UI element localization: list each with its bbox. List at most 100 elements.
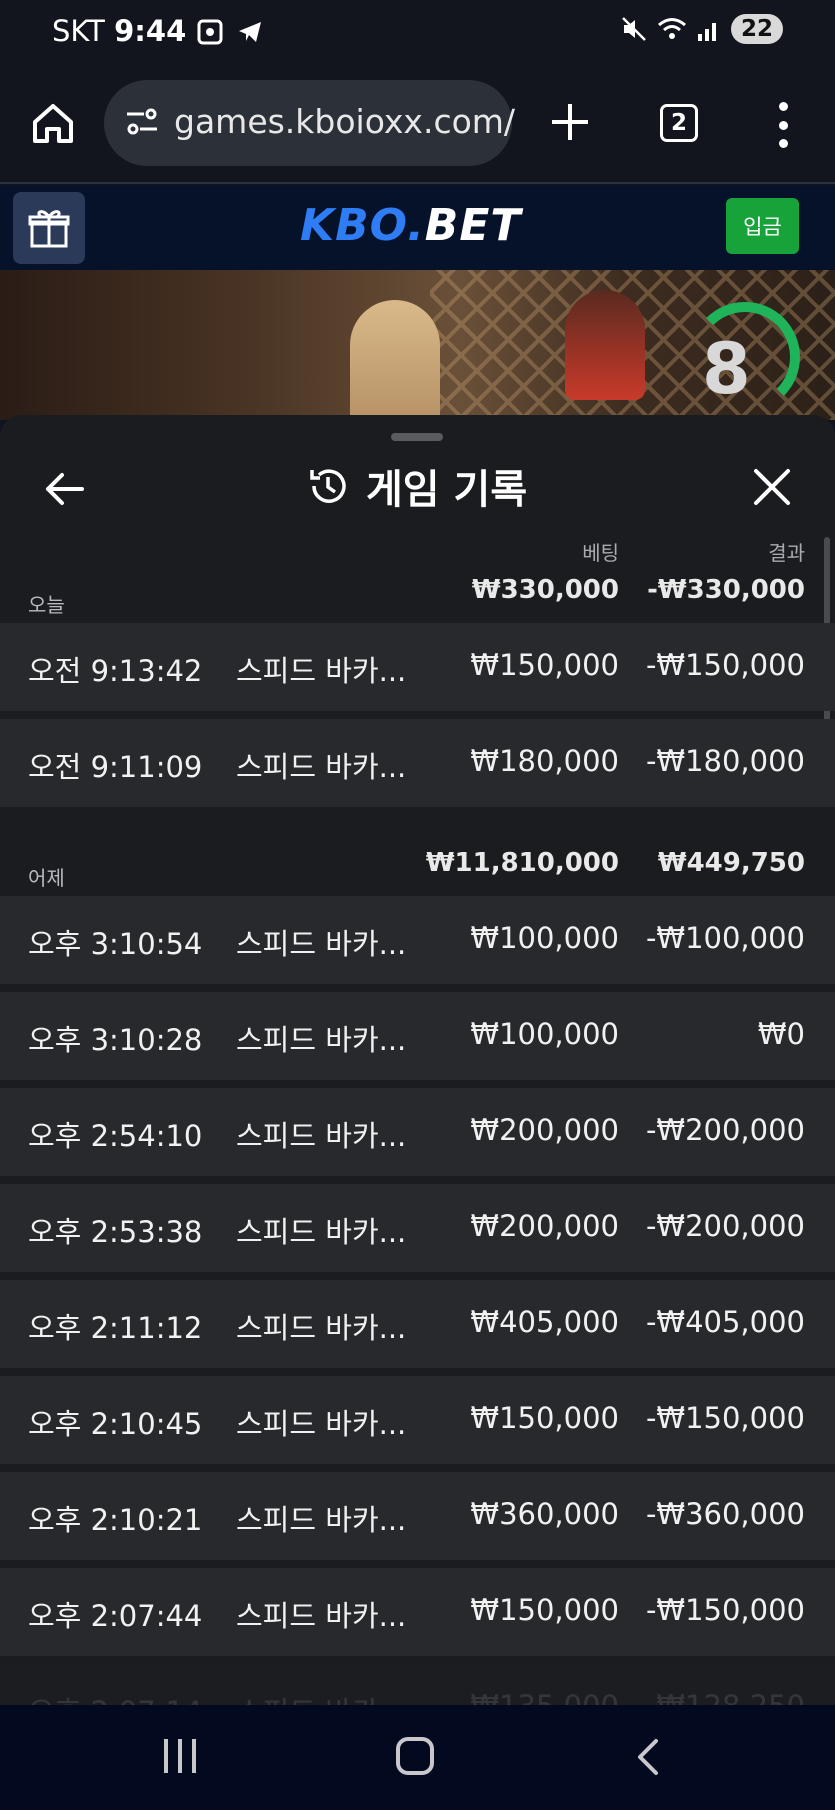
row-time: 오후 3:10:28 <box>28 1023 203 1057</box>
history-row[interactable]: 오후 2:11:12 스피드 바카... ₩405,000 -₩405,000 <box>0 1280 835 1368</box>
game-history-panel: 게임 기록 베팅 결과 오늘 ₩330,000 -₩330,000 오전 9:1… <box>0 415 835 1705</box>
telegram-icon <box>239 22 261 42</box>
row-result: -₩150,000 <box>645 648 805 682</box>
signal-icon <box>697 23 716 41</box>
row-game: 스피드 바카... <box>236 654 407 688</box>
row-time: 오후 2:10:21 <box>28 1503 203 1537</box>
column-header-result: 결과 <box>768 541 805 565</box>
history-icon <box>310 469 346 503</box>
notification-icons <box>196 18 264 46</box>
dealer-figure-2 <box>565 290 645 400</box>
row-game: 스피드 바카... <box>236 1407 407 1441</box>
row-game: 스피드 바카... <box>236 1119 407 1153</box>
row-result: -₩200,000 <box>645 1113 805 1147</box>
row-bet: ₩150,000 <box>470 1401 619 1435</box>
group-label: 어제 <box>28 866 65 890</box>
row-game: 스피드 바카... <box>236 750 407 784</box>
browser-toolbar: games.kboioxx.com/ 2 <box>0 66 835 184</box>
back-arrow-icon[interactable] <box>42 467 86 511</box>
drag-handle[interactable] <box>391 433 443 441</box>
row-game: 스피드 바카... <box>236 1689 406 1705</box>
row-result: -₩405,000 <box>645 1305 805 1339</box>
row-result: ₩128,250 <box>656 1689 805 1705</box>
new-tab-icon[interactable] <box>548 100 592 144</box>
screenshot-icon <box>197 19 223 45</box>
more-menu-icon[interactable] <box>770 102 796 148</box>
logo-kbo: KBO. <box>300 200 425 251</box>
live-video: 8 <box>0 270 835 420</box>
row-bet: ₩200,000 <box>470 1113 619 1147</box>
row-time: 오전 9:11:09 <box>28 750 203 784</box>
row-bet: ₩100,000 <box>470 1017 619 1051</box>
row-bet: ₩135,000 <box>470 1689 619 1705</box>
history-row[interactable]: 오후 2:10:45 스피드 바카... ₩150,000 -₩150,000 <box>0 1376 835 1464</box>
home-nav-icon[interactable] <box>396 1737 434 1775</box>
history-row[interactable]: 오후 2:07:44 스피드 바카... ₩150,000 -₩150,000 <box>0 1568 835 1656</box>
row-time: 오전 9:13:42 <box>28 654 203 688</box>
group-bet-total: ₩11,810,000 <box>425 848 619 878</box>
row-game: 스피드 바카... <box>236 1599 407 1633</box>
row-bet: ₩100,000 <box>470 921 619 955</box>
row-result: -₩200,000 <box>645 1209 805 1243</box>
status-bar: SKT 9:44 22 <box>0 0 835 66</box>
history-row[interactable]: 오후 3:10:54 스피드 바카... ₩100,000 -₩100,000 <box>0 896 835 984</box>
site-header: KBO.BET 입금 <box>0 186 835 270</box>
recent-apps-icon[interactable] <box>164 1739 196 1773</box>
history-row[interactable]: 오전 9:11:09 스피드 바카... ₩180,000 -₩180,000 <box>0 719 835 807</box>
group-header-today: 오늘 ₩330,000 -₩330,000 <box>0 565 835 623</box>
row-result: ₩0 <box>757 1017 805 1051</box>
gift-icon <box>28 210 70 248</box>
carrier-label: SKT <box>52 14 105 48</box>
panel-title-text: 게임 기록 <box>366 467 528 513</box>
countdown-number: 8 <box>702 328 751 410</box>
gift-button[interactable] <box>13 192 85 264</box>
row-time: 오후 3:10:54 <box>28 927 203 961</box>
row-game: 스피드 바카... <box>236 1023 407 1057</box>
row-game: 스피드 바카... <box>236 1311 407 1345</box>
deposit-button[interactable]: 입금 <box>726 198 799 254</box>
url-text[interactable]: games.kboioxx.com/ <box>174 102 515 141</box>
system-icons: 22 <box>621 14 783 44</box>
mute-icon <box>622 17 646 41</box>
history-row[interactable]: 오후 2:53:38 스피드 바카... ₩200,000 -₩200,000 <box>0 1184 835 1272</box>
row-bet: ₩360,000 <box>470 1497 619 1531</box>
wifi-icon <box>658 18 686 39</box>
history-row[interactable]: 오후 3:10:28 스피드 바카... ₩100,000 ₩0 <box>0 992 835 1080</box>
dealer-figure <box>350 300 440 420</box>
battery-indicator: 22 <box>730 14 783 44</box>
history-row[interactable]: 오전 9:13:42 스피드 바카... ₩150,000 -₩150,000 <box>0 623 835 711</box>
row-time: 오후 2:11:12 <box>28 1311 203 1345</box>
close-icon[interactable] <box>752 467 792 507</box>
row-game: 스피드 바카... <box>236 927 407 961</box>
group-label: 오늘 <box>28 593 65 617</box>
row-time: 오후 2:54:10 <box>28 1119 203 1153</box>
home-icon[interactable] <box>30 100 76 146</box>
row-result: -₩150,000 <box>645 1593 805 1627</box>
site-settings-icon[interactable] <box>124 104 160 140</box>
group-result-total: ₩449,750 <box>657 848 805 878</box>
site-logo[interactable]: KBO.BET <box>300 200 521 251</box>
row-time: 오후 2:07:44 <box>28 1599 203 1633</box>
row-result: -₩360,000 <box>645 1497 805 1531</box>
row-bet: ₩405,000 <box>470 1305 619 1339</box>
back-nav-icon[interactable] <box>634 1737 662 1777</box>
system-navigation-bar <box>0 1705 835 1810</box>
clock: 9:44 <box>114 14 187 48</box>
row-time: 오후 2:10:45 <box>28 1407 203 1441</box>
row-bet: ₩200,000 <box>470 1209 619 1243</box>
column-header-bet: 베팅 <box>582 541 619 565</box>
panel-title: 게임 기록 <box>306 457 527 515</box>
row-bet: ₩150,000 <box>470 648 619 682</box>
row-game: 스피드 바카... <box>236 1503 407 1537</box>
status-carrier-time: SKT 9:44 <box>52 14 186 48</box>
history-row[interactable]: 오후 2:54:10 스피드 바카... ₩200,000 -₩200,000 <box>0 1088 835 1176</box>
address-bar[interactable]: games.kboioxx.com/ <box>104 80 515 166</box>
row-bet: ₩150,000 <box>470 1593 619 1627</box>
tab-switcher-button[interactable]: 2 <box>660 104 698 142</box>
history-row[interactable]: 오후 2:10:21 스피드 바카... ₩360,000 -₩360,000 <box>0 1472 835 1560</box>
row-time: 오후 2:07:14 <box>28 1689 202 1705</box>
group-result-total: -₩330,000 <box>647 575 805 605</box>
row-result: -₩150,000 <box>645 1401 805 1435</box>
group-bet-total: ₩330,000 <box>471 575 619 605</box>
history-row[interactable]: 오후 2:07:14 스피드 바카... ₩135,000 ₩128,250 <box>0 1664 835 1705</box>
